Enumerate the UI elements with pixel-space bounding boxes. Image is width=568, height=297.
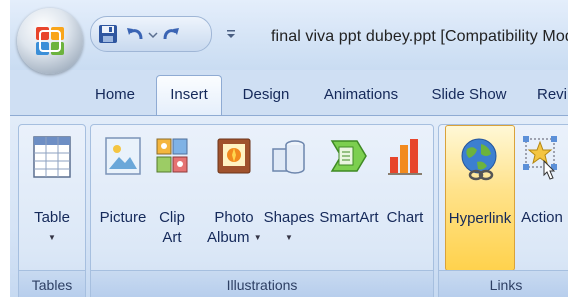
action-icon — [523, 136, 557, 180]
quick-access-toolbar — [90, 16, 212, 52]
picture-button[interactable]: Picture — [95, 125, 151, 269]
chart-button[interactable]: Chart — [381, 125, 429, 269]
group-illustrations: Picture Clip Art Photo Album ▼ Shapes ▼ … — [90, 124, 434, 297]
photo-album-dropdown-arrow-icon: ▼ — [253, 233, 262, 243]
tab-home[interactable]: Home — [88, 80, 142, 110]
group-tables: Table ▼ Tables — [18, 124, 86, 297]
dropdown-arrow-icon[interactable] — [148, 23, 158, 45]
hyperlink-icon — [461, 138, 497, 181]
smartart-label: SmartArt — [319, 209, 379, 226]
ribbon: Table ▼ Tables Picture Clip Art Photo Al… — [10, 115, 568, 297]
clip-art-button[interactable]: Clip Art — [153, 125, 191, 269]
tab-design[interactable]: Design — [236, 80, 296, 110]
photo-album-label-2: Album — [207, 229, 250, 246]
group-links-label: Links — [439, 270, 568, 297]
tab-animations[interactable]: Animations — [316, 80, 406, 110]
ribbon-tabs: Home Insert Design Animations Slide Show… — [10, 70, 568, 117]
redo-icon[interactable] — [161, 23, 181, 45]
photo-album-label-1: Photo — [214, 209, 254, 226]
tab-insert[interactable]: Insert — [156, 75, 222, 117]
table-dropdown-arrow-icon: ▼ — [48, 233, 56, 243]
clip-art-icon — [156, 138, 188, 173]
hyperlink-button[interactable]: Hyperlink — [445, 125, 515, 271]
tab-slide-show[interactable]: Slide Show — [426, 80, 512, 110]
undo-icon[interactable] — [125, 23, 145, 45]
chart-icon — [388, 139, 422, 175]
powerpoint-window: final viva ppt dubey.ppt [Compatibility … — [10, 0, 568, 297]
photo-album-button[interactable]: Photo Album ▼ — [207, 125, 262, 269]
window-title: final viva ppt dubey.ppt [Compatibility … — [271, 28, 568, 45]
office-logo-icon — [36, 27, 64, 55]
shapes-label: Shapes — [263, 209, 315, 226]
smartart-button[interactable]: SmartArt — [317, 125, 381, 269]
action-button[interactable]: Action — [515, 125, 568, 269]
table-label: Table — [34, 209, 70, 226]
group-illustrations-label: Illustrations — [91, 270, 433, 297]
picture-icon — [105, 137, 141, 175]
title-bar: final viva ppt dubey.ppt [Compatibility … — [10, 0, 568, 74]
hyperlink-label: Hyperlink — [448, 210, 512, 227]
save-icon[interactable] — [97, 23, 119, 45]
shapes-icon — [272, 140, 305, 174]
group-links: Hyperlink Action Links — [438, 124, 568, 297]
clip-art-label-1: Clip — [159, 209, 185, 226]
office-button[interactable] — [17, 8, 83, 74]
chart-label: Chart — [386, 209, 424, 226]
picture-label: Picture — [99, 209, 147, 226]
table-icon — [33, 136, 71, 178]
action-label: Action — [521, 209, 563, 226]
group-tables-label: Tables — [19, 270, 85, 297]
tab-review[interactable]: Revi — [537, 80, 568, 110]
customize-qat-icon[interactable] — [224, 27, 238, 41]
photo-album-icon — [217, 138, 251, 174]
smartart-icon — [330, 140, 367, 172]
table-button[interactable]: Table ▼ — [21, 125, 83, 269]
shapes-button[interactable]: Shapes ▼ — [263, 125, 315, 269]
shapes-dropdown-arrow-icon: ▼ — [285, 233, 293, 243]
clip-art-label-2: Art — [162, 229, 182, 246]
